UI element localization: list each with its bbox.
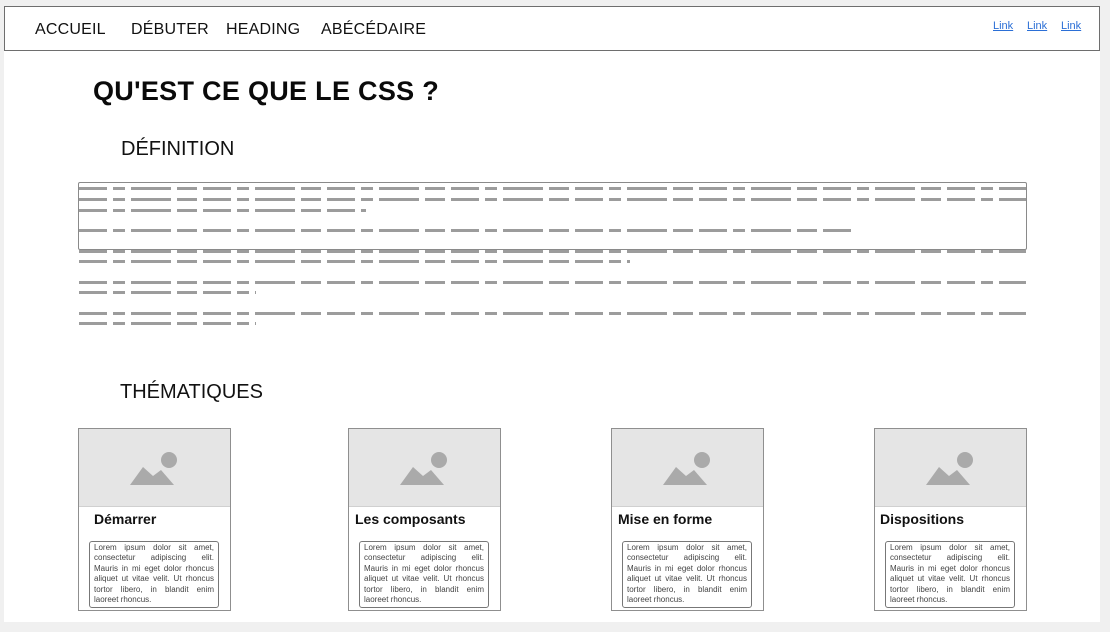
text-line bbox=[79, 260, 630, 263]
theme-card-demarrer[interactable]: Démarrer Lorem ipsum dolor sit amet, con… bbox=[78, 428, 231, 611]
text-line bbox=[79, 281, 1026, 284]
text-line bbox=[79, 187, 1026, 190]
image-placeholder-icon bbox=[130, 452, 177, 485]
card-title: Mise en forme bbox=[618, 511, 713, 527]
card-description: Lorem ipsum dolor sit amet, consectetur … bbox=[622, 541, 752, 608]
image-placeholder-icon bbox=[663, 452, 710, 485]
page-frame: ACCUEIL DÉBUTER HEADING ABÉCÉDAIRE Link … bbox=[4, 6, 1100, 622]
nav-item-accueil[interactable]: ACCUEIL bbox=[35, 21, 106, 39]
card-title: Dispositions bbox=[880, 511, 965, 527]
top-navbar: ACCUEIL DÉBUTER HEADING ABÉCÉDAIRE Link … bbox=[4, 6, 1100, 51]
themes-heading: THÉMATIQUES bbox=[120, 381, 263, 403]
card-image bbox=[79, 429, 230, 507]
definition-heading: DÉFINITION bbox=[121, 138, 235, 160]
text-line bbox=[79, 229, 856, 232]
nav-item-heading[interactable]: HEADING bbox=[226, 21, 300, 39]
image-placeholder-icon bbox=[400, 452, 447, 485]
definition-box bbox=[78, 182, 1027, 250]
card-image bbox=[875, 429, 1026, 507]
theme-card-composants[interactable]: Les composants Lorem ipsum dolor sit ame… bbox=[348, 428, 501, 611]
theme-card-dispositions[interactable]: Dispositions Lorem ipsum dolor sit amet,… bbox=[874, 428, 1027, 611]
card-description: Lorem ipsum dolor sit amet, consectetur … bbox=[89, 541, 219, 608]
card-image bbox=[612, 429, 763, 507]
nav-link-3[interactable]: Link bbox=[1061, 20, 1081, 32]
card-title: Les composants bbox=[355, 511, 466, 527]
card-title: Démarrer bbox=[94, 511, 157, 527]
nav-link-2[interactable]: Link bbox=[1027, 20, 1047, 32]
nav-item-debuter[interactable]: DÉBUTER bbox=[131, 21, 209, 39]
text-line bbox=[79, 209, 366, 212]
theme-card-mise-en-forme[interactable]: Mise en forme Lorem ipsum dolor sit amet… bbox=[611, 428, 764, 611]
card-image bbox=[349, 429, 500, 507]
image-placeholder-icon bbox=[926, 452, 973, 485]
text-line bbox=[79, 312, 1026, 315]
text-line bbox=[79, 322, 256, 325]
text-line bbox=[79, 291, 256, 294]
nav-link-1[interactable]: Link bbox=[993, 20, 1013, 32]
nav-item-abecedaire[interactable]: ABÉCÉDAIRE bbox=[321, 21, 426, 39]
page-title: QU'EST CE QUE LE CSS ? bbox=[93, 76, 440, 106]
text-line bbox=[79, 198, 1026, 201]
card-description: Lorem ipsum dolor sit amet, consectetur … bbox=[359, 541, 489, 608]
card-description: Lorem ipsum dolor sit amet, consectetur … bbox=[885, 541, 1015, 608]
text-line bbox=[79, 250, 1026, 253]
